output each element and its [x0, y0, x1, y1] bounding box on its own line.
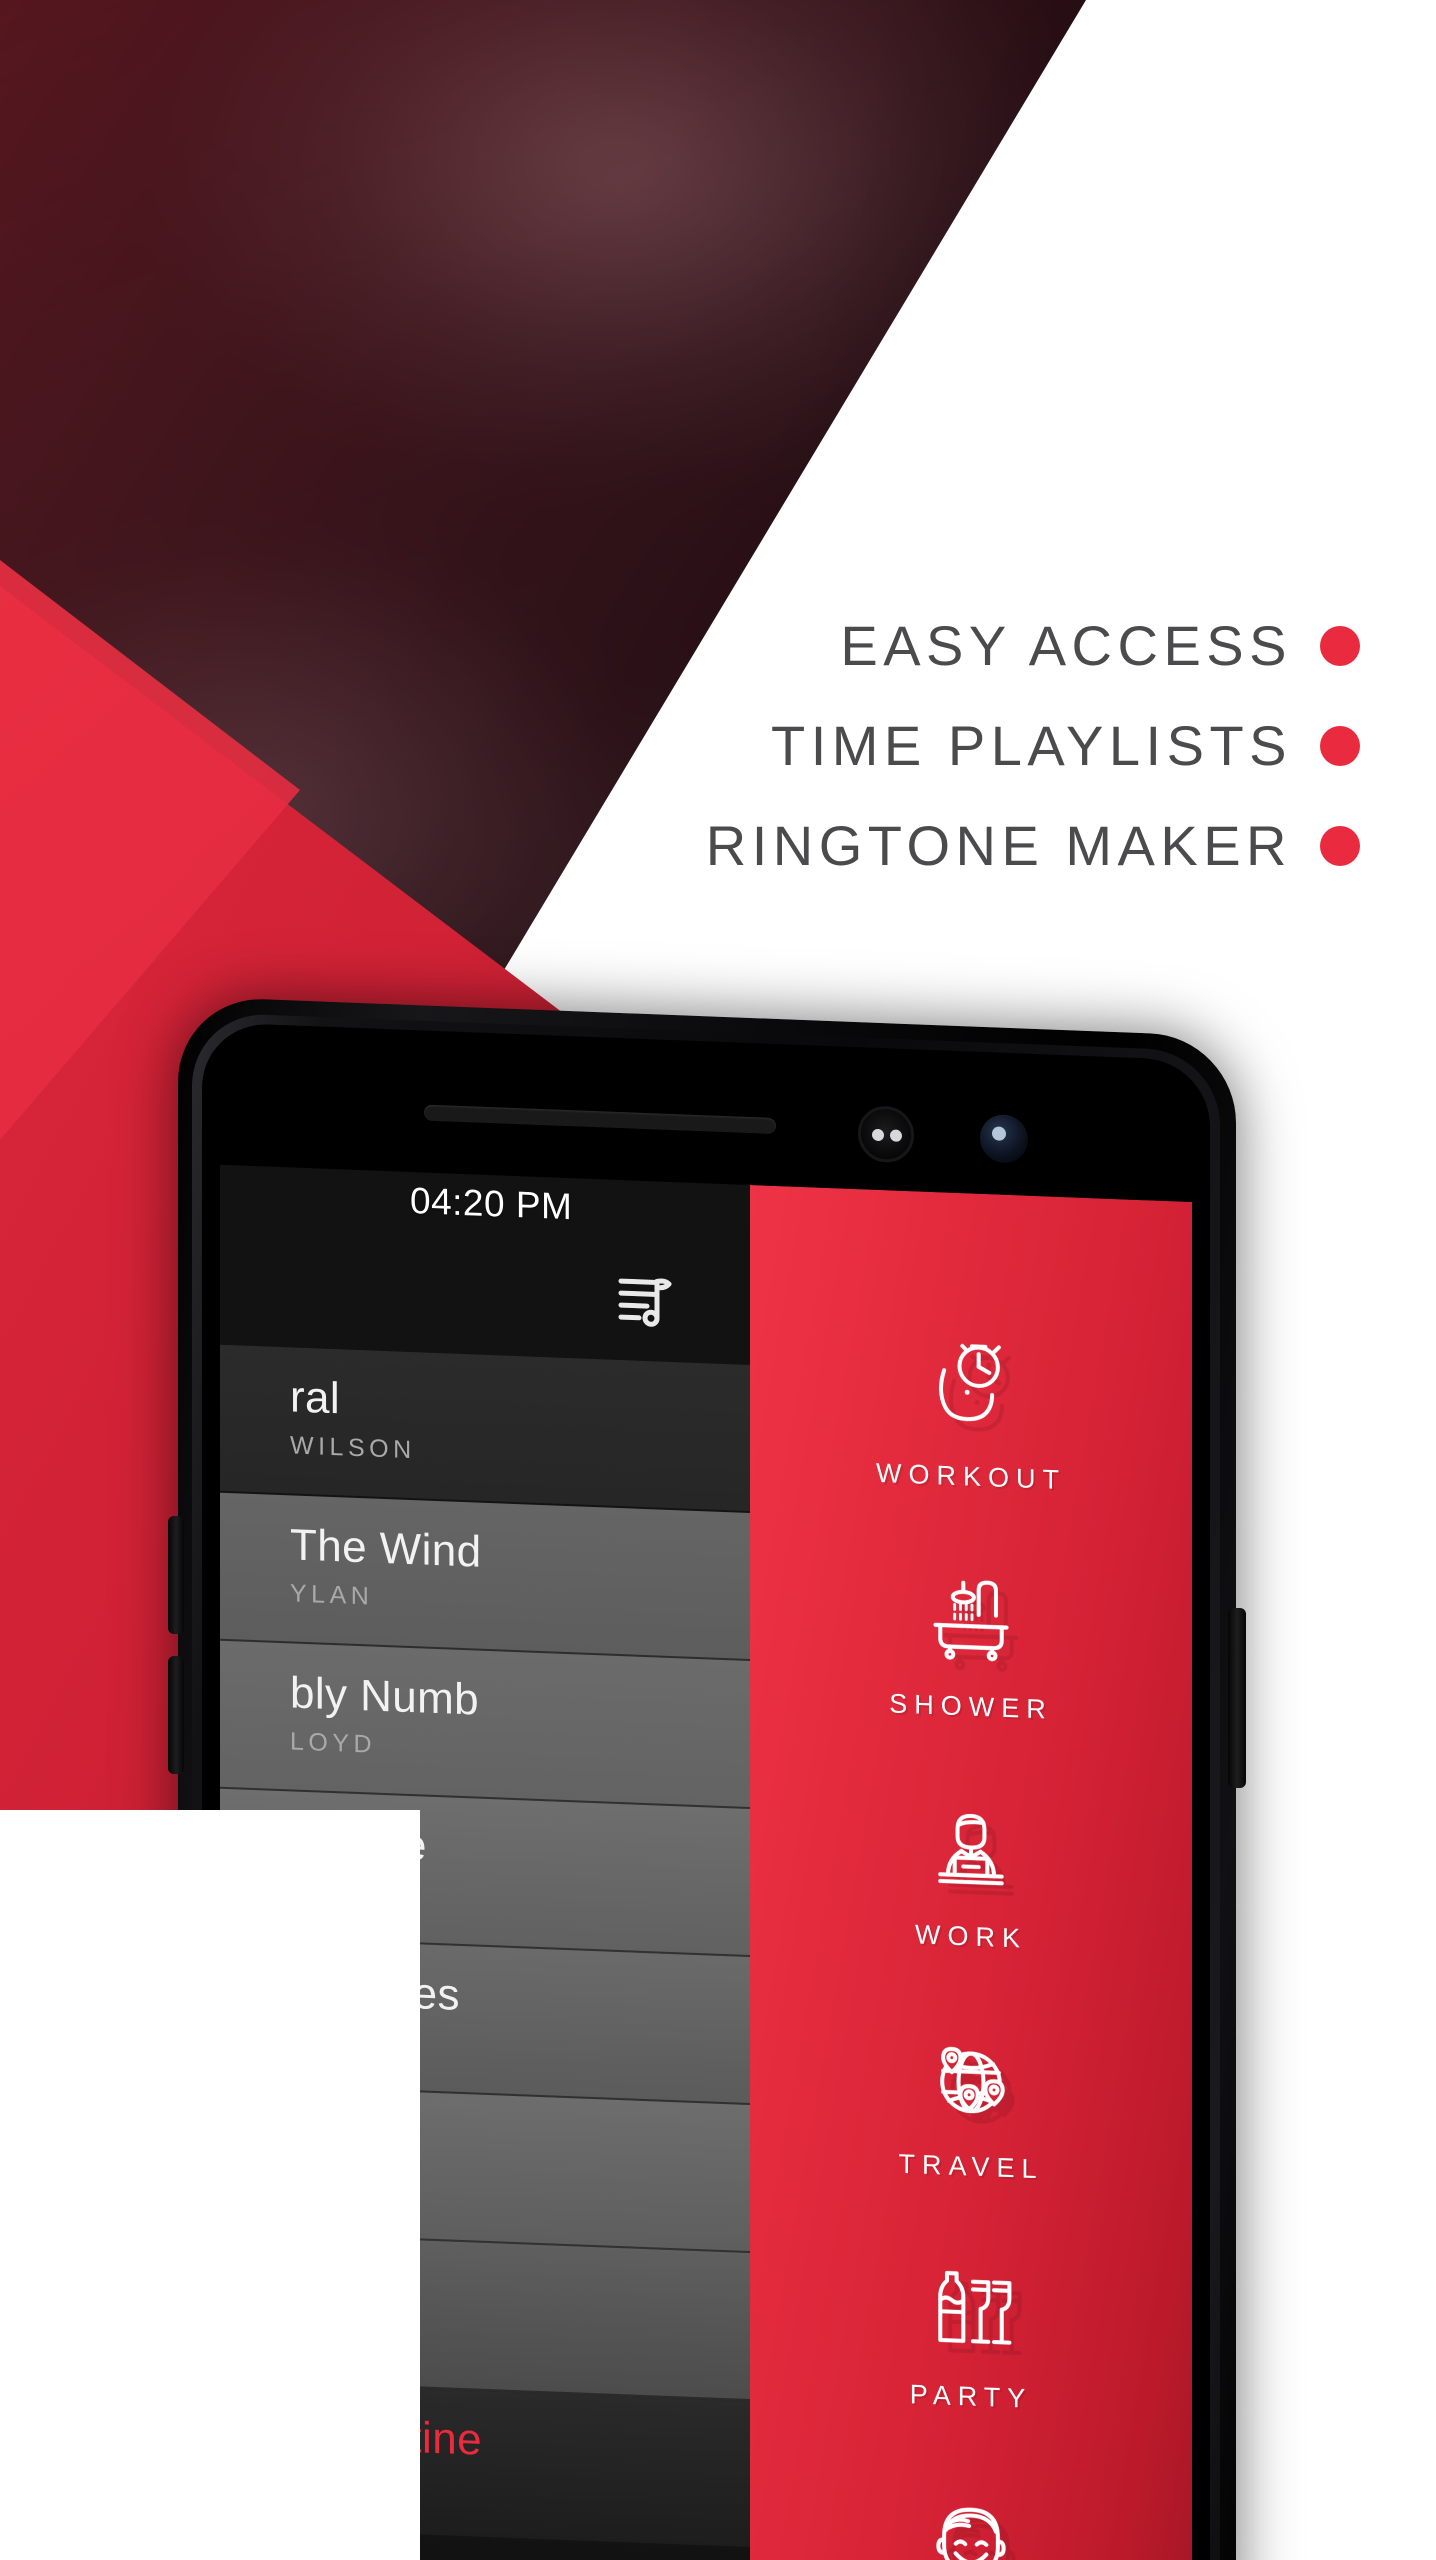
drawer-item-travel[interactable]: TRAVEL: [750, 1993, 1192, 2240]
headline-row-ringtone-maker: RINGTONE MAKER: [640, 796, 1360, 896]
drawer-item-party[interactable]: PARTY: [750, 2223, 1192, 2470]
bullet-dot-icon: [1320, 826, 1360, 866]
smiling-face-icon: [923, 2478, 1019, 2560]
drawer-item-work[interactable]: WORK: [750, 1763, 1192, 2010]
time-playlist-drawer[interactable]: WORKOUT SHOWER WORK TRAVEL PARTY STONED: [750, 1185, 1192, 2560]
drawer-item-label: PARTY: [909, 2379, 1033, 2414]
status-bar-clock: 04:20 PM: [410, 1179, 573, 1228]
iris-scanner-icon: [858, 1105, 914, 1164]
headline-text: TIME PLAYLISTS: [771, 714, 1292, 777]
power-button[interactable]: [1228, 1608, 1246, 1788]
poster-stage: EASY ACCESS TIME PLAYLISTS RINGTONE MAKE…: [0, 0, 1436, 2560]
drawer-item-stoned[interactable]: STONED: [750, 2453, 1192, 2560]
drawer-item-label: SHOWER: [889, 1688, 1053, 1725]
headline-row-easy-access: EASY ACCESS: [640, 596, 1360, 696]
volume-down-button[interactable]: [168, 1656, 184, 1774]
headline-list: EASY ACCESS TIME PLAYLISTS RINGTONE MAKE…: [640, 596, 1360, 896]
headline-row-time-playlists: TIME PLAYLISTS: [640, 696, 1360, 796]
earpiece-speaker: [424, 1104, 776, 1135]
champagne-glasses-icon: [923, 2248, 1019, 2370]
stopwatch-waist-icon: [923, 1328, 1019, 1450]
drawer-item-workout[interactable]: WORKOUT: [750, 1303, 1192, 1550]
volume-up-button[interactable]: [168, 1516, 184, 1634]
bathtub-shower-icon: [923, 1558, 1019, 1680]
front-camera-icon: [980, 1113, 1028, 1164]
drawer-item-label: WORKOUT: [876, 1457, 1066, 1496]
drawer-item-label: WORK: [915, 1919, 1027, 1954]
bullet-dot-icon: [1320, 726, 1360, 766]
drawer-item-label: TRAVEL: [898, 2148, 1044, 2185]
drawer-item-list[interactable]: WORKOUT SHOWER WORK TRAVEL PARTY STONED: [750, 1303, 1192, 2560]
globe-pins-icon: [923, 2018, 1019, 2140]
drawer-item-shower[interactable]: SHOWER: [750, 1533, 1192, 1780]
bullet-dot-icon: [1320, 626, 1360, 666]
person-laptop-icon: [923, 1788, 1019, 1910]
headline-text: EASY ACCESS: [840, 614, 1292, 677]
headline-text: RINGTONE MAKER: [705, 814, 1292, 877]
playlist-music-icon[interactable]: [617, 1271, 675, 1332]
white-corner-mask: [0, 1810, 420, 2560]
